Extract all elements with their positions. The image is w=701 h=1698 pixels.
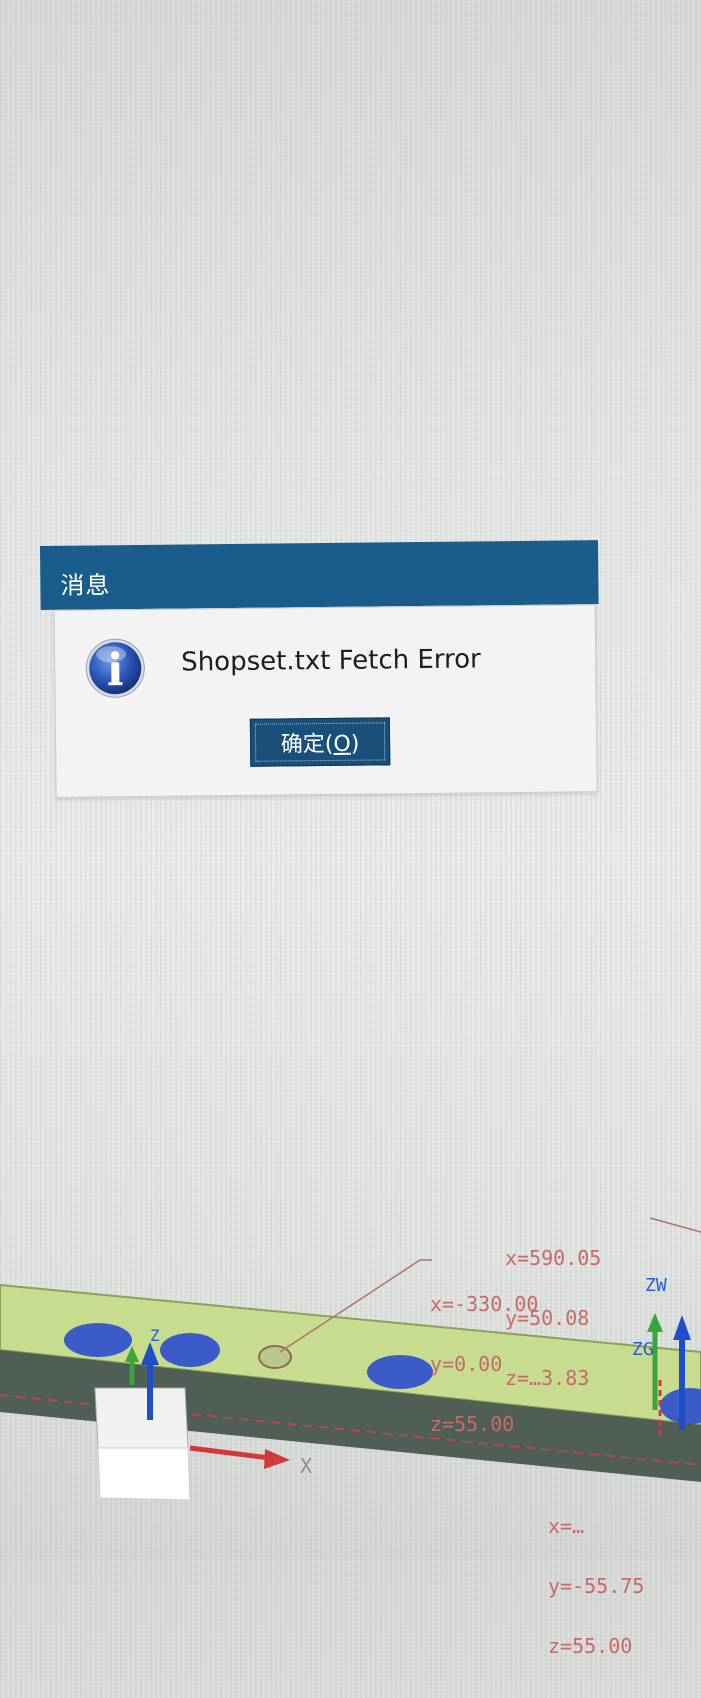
ok-button-label: 确定(O) — [280, 731, 360, 758]
3d-viewport[interactable]: x=590.05 y=50.08 z=…3.83 x=-330.00 y=0.0… — [0, 1180, 701, 1656]
notch-block-base — [97, 1447, 191, 1501]
probe-point — [258, 1345, 292, 1369]
gizmo-label: Z — [150, 1326, 160, 1345]
notch-block — [94, 1387, 189, 1449]
leader-line — [649, 1217, 701, 1233]
dialog-title: 消息 — [60, 571, 111, 600]
gizmo-label: ZW — [645, 1275, 667, 1296]
gizmo-label: ZG — [632, 1339, 654, 1360]
information-icon — [85, 638, 145, 698]
coordinate-readout: x=… y=-55.75 z=55.00 — [548, 1514, 645, 1658]
axis-label-x: X — [300, 1454, 313, 1478]
coordinate-readout: x=-330.00 y=0.00 z=55.00 — [430, 1292, 539, 1436]
x-axis-arrow — [189, 1445, 271, 1461]
blue-region — [367, 1355, 433, 1389]
blue-region — [160, 1333, 220, 1367]
dialog-titlebar[interactable]: 消息 — [40, 540, 599, 610]
ok-button[interactable]: 确定(O) — [249, 717, 391, 767]
blue-region — [64, 1323, 132, 1357]
message-dialog: 消息 Shopset.txt Fetch Error 确定(O) — [40, 540, 601, 798]
dialog-body: Shopset.txt Fetch Error 确定(O) — [53, 604, 598, 798]
error-message: Shopset.txt Fetch Error — [181, 644, 481, 678]
